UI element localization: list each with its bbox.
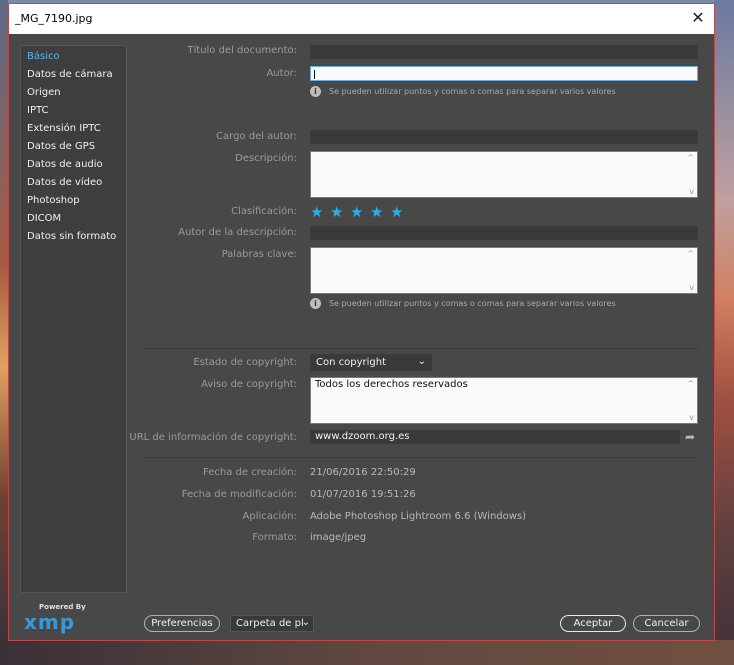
- sidebar-item-extension-iptc[interactable]: Extensión IPTC: [27, 123, 101, 134]
- open-url-icon[interactable]: ➦: [685, 430, 695, 444]
- info-icon: i: [310, 298, 321, 309]
- modified-label: Fecha de modificación:: [181, 489, 297, 500]
- close-icon[interactable]: ✕: [688, 8, 708, 28]
- description-writer-field[interactable]: [310, 226, 698, 240]
- accept-button[interactable]: Aceptar: [560, 615, 626, 632]
- modified-value: 01/07/2016 19:51:26: [310, 489, 416, 500]
- star-icon[interactable]: ★: [390, 204, 403, 220]
- copyright-status-label: Estado de copyright:: [193, 357, 297, 368]
- desktop-background-bottom: [0, 640, 734, 665]
- application-label: Aplicación:: [242, 511, 297, 522]
- sidebar-item-datos-camara[interactable]: Datos de cámara: [27, 69, 113, 80]
- keywords-label: Palabras clave:: [221, 249, 297, 260]
- description-label: Descripción:: [235, 153, 297, 164]
- format-value: image/jpeg: [310, 532, 367, 543]
- star-icon[interactable]: ★: [350, 204, 363, 220]
- chevron-down-icon: ⌄: [301, 617, 310, 628]
- star-icon[interactable]: ★: [330, 204, 343, 220]
- preferences-button[interactable]: Preferencias: [144, 615, 220, 632]
- format-label: Formato:: [252, 532, 297, 543]
- document-title-field[interactable]: [310, 45, 698, 59]
- copyright-status-value: Con copyright: [316, 357, 386, 368]
- sidebar-item-datos-audio[interactable]: Datos de audio: [27, 159, 103, 170]
- keywords-hint: Se pueden utilizar puntos y comas o coma…: [329, 299, 616, 308]
- title-bar: _MG_7190.jpg ✕: [9, 4, 714, 34]
- sidebar-item-datos-gps[interactable]: Datos de GPS: [27, 141, 95, 152]
- cancel-button[interactable]: Cancelar: [633, 615, 700, 632]
- copyright-url-field[interactable]: www.dzoom.org.es: [310, 430, 680, 444]
- scroll-down-icon[interactable]: v: [689, 283, 694, 292]
- rating-label: Clasificación:: [231, 206, 297, 217]
- keywords-textarea[interactable]: ^ v: [310, 247, 698, 294]
- desktop-background-right: [714, 0, 734, 665]
- category-sidebar: Básico Datos de cámara Origen IPTC Exten…: [20, 45, 127, 593]
- folder-select[interactable]: Carpeta de pl ⌄: [230, 615, 314, 632]
- sidebar-item-datos-sin-formato[interactable]: Datos sin formato: [27, 231, 116, 242]
- star-icon[interactable]: ★: [370, 204, 383, 220]
- created-label: Fecha de creación:: [203, 467, 297, 478]
- sidebar-item-photoshop[interactable]: Photoshop: [27, 195, 80, 206]
- info-icon: i: [310, 86, 321, 97]
- text-cursor: [314, 70, 315, 79]
- xmp-logo: xmp: [24, 610, 76, 634]
- copyright-notice-label: Aviso de copyright:: [201, 379, 297, 390]
- document-title-label: Título del documento:: [187, 45, 297, 56]
- section-divider: [144, 348, 698, 349]
- scroll-up-icon[interactable]: ^: [687, 379, 694, 388]
- sidebar-item-dicom[interactable]: DICOM: [27, 213, 61, 224]
- file-info-dialog: _MG_7190.jpg ✕ Básico Datos de cámara Or…: [8, 3, 715, 641]
- copyright-url-value: www.dzoom.org.es: [315, 431, 410, 442]
- application-value: Adobe Photoshop Lightroom 6.6 (Windows): [310, 511, 527, 522]
- author-hint: Se pueden utilizar puntos y comas o coma…: [329, 87, 616, 96]
- scroll-up-icon[interactable]: ^: [687, 249, 694, 258]
- sidebar-item-iptc[interactable]: IPTC: [27, 105, 48, 116]
- scroll-down-icon[interactable]: v: [689, 413, 694, 422]
- author-label: Autor:: [266, 68, 297, 79]
- author-position-label: Cargo del autor:: [216, 131, 297, 142]
- author-position-field[interactable]: [310, 130, 698, 144]
- author-field[interactable]: [310, 66, 698, 81]
- chevron-down-icon: ⌄: [417, 356, 426, 367]
- description-writer-label: Autor de la descripción:: [178, 227, 297, 238]
- copyright-status-select[interactable]: Con copyright ⌄: [310, 354, 432, 371]
- created-value: 21/06/2016 22:50:29: [310, 467, 416, 478]
- copyright-url-label: URL de información de copyright:: [129, 432, 297, 443]
- sidebar-item-datos-video[interactable]: Datos de vídeo: [27, 177, 102, 188]
- desktop-background-left: [0, 0, 8, 665]
- scroll-down-icon[interactable]: v: [689, 187, 694, 196]
- copyright-notice-textarea[interactable]: Todos los derechos reservados ^ v: [310, 377, 698, 424]
- copyright-notice-value: Todos los derechos reservados: [315, 379, 468, 390]
- window-title: _MG_7190.jpg: [15, 12, 93, 25]
- star-icon[interactable]: ★: [310, 204, 323, 220]
- description-textarea[interactable]: ^ v: [310, 151, 698, 198]
- folder-select-value: Carpeta de pl: [236, 618, 304, 629]
- section-divider: [144, 457, 698, 458]
- sidebar-item-basico[interactable]: Básico: [27, 51, 60, 62]
- scroll-up-icon[interactable]: ^: [687, 153, 694, 162]
- sidebar-item-origen[interactable]: Origen: [27, 87, 61, 98]
